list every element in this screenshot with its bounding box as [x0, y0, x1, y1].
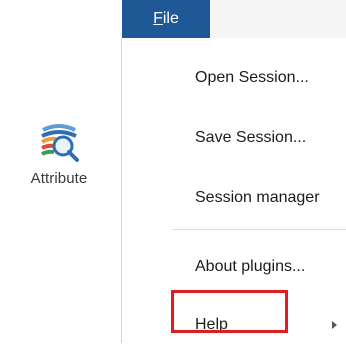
submenu-arrow-icon	[332, 321, 337, 329]
menu-item-label: Save Session...	[195, 129, 307, 146]
menu-item-label: Session manager	[195, 189, 320, 206]
menu-item-open-session[interactable]: Open Session...	[122, 56, 346, 100]
menubar: File	[122, 0, 346, 38]
attribute-tool-label: Attribute	[30, 170, 88, 187]
menu-item-label: Open Session...	[195, 69, 309, 86]
attribute-tool-button[interactable]: Attribute	[14, 118, 104, 210]
menu-item-label: About plugins...	[195, 258, 306, 275]
menu-separator	[172, 229, 346, 230]
file-menu-mnemonic: F	[153, 10, 163, 27]
help-highlight-box	[171, 290, 288, 333]
attribute-table-search-icon	[41, 124, 79, 162]
file-menu[interactable]: File	[122, 0, 210, 38]
menu-item-about-plugins[interactable]: About plugins...	[122, 245, 346, 289]
menu-item-session-manager[interactable]: Session manager	[122, 176, 346, 220]
file-menu-label-rest: ile	[162, 10, 179, 27]
menu-item-save-session[interactable]: Save Session...	[122, 116, 346, 160]
toolbar-strip: Attribute	[0, 0, 122, 339]
